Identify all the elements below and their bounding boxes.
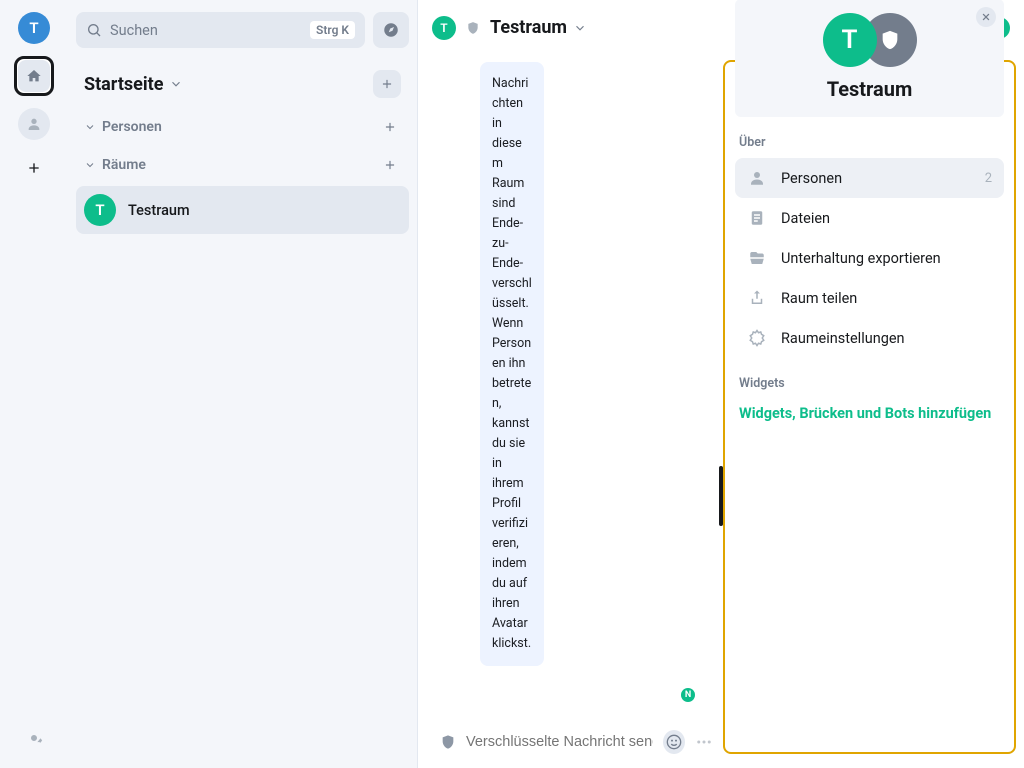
- home-title-text: Startseite: [84, 74, 163, 95]
- people-add-button[interactable]: [379, 116, 401, 138]
- shield-icon: [466, 21, 480, 35]
- rail-settings-button[interactable]: [14, 718, 54, 758]
- timeline: Nachrichten in diesem Raum sind Ende-zu-…: [418, 56, 723, 768]
- person-icon: [748, 169, 766, 187]
- gear-icon: [748, 329, 766, 347]
- room-avatar: T: [84, 194, 116, 226]
- room-info-name: Testraum: [827, 77, 913, 101]
- widgets-label: Widgets: [739, 376, 1004, 391]
- close-icon: [981, 12, 991, 22]
- rail-home-button[interactable]: [14, 56, 54, 96]
- people-section-header[interactable]: Personen: [76, 108, 409, 146]
- shield-icon: [879, 29, 901, 51]
- read-receipt-badge[interactable]: N: [681, 688, 695, 702]
- search-placeholder: Suchen: [110, 22, 302, 39]
- home-add-button[interactable]: [373, 70, 401, 98]
- home-title[interactable]: Startseite: [84, 74, 183, 95]
- user-avatar[interactable]: T: [18, 12, 50, 44]
- plus-icon: [383, 120, 397, 134]
- share-icon: [748, 289, 766, 307]
- plus-icon: [383, 158, 397, 172]
- plus-icon: [26, 160, 42, 176]
- room-info-header: T Testraum: [735, 0, 1004, 117]
- menu-people-label: Personen: [781, 170, 971, 187]
- room-header-avatar[interactable]: T: [432, 16, 456, 40]
- composer-input[interactable]: [466, 734, 653, 750]
- left-panel: Suchen Strg K Startseite Personen: [68, 0, 417, 768]
- explore-button[interactable]: [373, 12, 409, 48]
- room-item[interactable]: T Testraum: [76, 186, 409, 234]
- space-rail: T: [0, 0, 68, 768]
- chevron-down-icon: [169, 77, 183, 91]
- gear-icon: [25, 729, 43, 747]
- file-icon: [748, 209, 766, 227]
- rooms-section-header[interactable]: Räume: [76, 146, 409, 184]
- shield-icon: [440, 734, 456, 750]
- plus-icon: [380, 77, 394, 91]
- about-label: Über: [739, 135, 1004, 150]
- export-icon: [748, 249, 766, 267]
- room-header-title[interactable]: Testraum: [490, 17, 587, 38]
- compass-icon: [382, 21, 400, 39]
- e2e-notice: Nachrichten in diesem Raum sind Ende-zu-…: [480, 62, 544, 666]
- menu-people-count: 2: [985, 171, 992, 186]
- rail-add-button[interactable]: [18, 152, 50, 184]
- search-icon: [86, 22, 102, 38]
- emoji-icon: [666, 734, 682, 750]
- widgets-add-link[interactable]: Widgets, Brücken und Bots hinzufügen: [735, 399, 1004, 428]
- menu-people[interactable]: Personen 2: [735, 158, 1004, 198]
- menu-share[interactable]: Raum teilen: [735, 278, 1004, 318]
- menu-settings[interactable]: Raumeinstellungen: [735, 318, 1004, 358]
- chevron-down-icon: [84, 121, 96, 133]
- rail-people-button[interactable]: [18, 108, 50, 140]
- emoji-button[interactable]: [663, 730, 685, 754]
- menu-settings-label: Raumeinstellungen: [781, 330, 992, 347]
- main-area: T Testraum Nachrichten in dies: [417, 0, 1024, 768]
- menu-files[interactable]: Dateien: [735, 198, 1004, 238]
- more-button[interactable]: [695, 733, 713, 751]
- room-info-avatar: T: [823, 13, 877, 67]
- menu-files-label: Dateien: [781, 210, 992, 227]
- menu-share-label: Raum teilen: [781, 290, 992, 307]
- room-header-name: Testraum: [490, 17, 567, 38]
- rooms-add-button[interactable]: [379, 154, 401, 176]
- search-shortcut: Strg K: [310, 21, 355, 39]
- room-name: Testraum: [128, 202, 190, 219]
- people-label: Personen: [102, 119, 162, 135]
- chevron-down-icon: [84, 159, 96, 171]
- search-box[interactable]: Suchen Strg K: [76, 12, 365, 48]
- rooms-label: Räume: [102, 157, 146, 173]
- close-panel-button[interactable]: [976, 7, 996, 27]
- menu-export-label: Unterhaltung exportieren: [781, 250, 992, 267]
- menu-export[interactable]: Unterhaltung exportieren: [735, 238, 1004, 278]
- home-icon: [26, 68, 42, 84]
- more-icon: [695, 733, 713, 751]
- message-composer: [418, 716, 723, 768]
- person-icon: [26, 116, 42, 132]
- room-info-panel: T Testraum Über Personen 2 Dateien: [723, 60, 1016, 754]
- chevron-down-icon: [573, 21, 587, 35]
